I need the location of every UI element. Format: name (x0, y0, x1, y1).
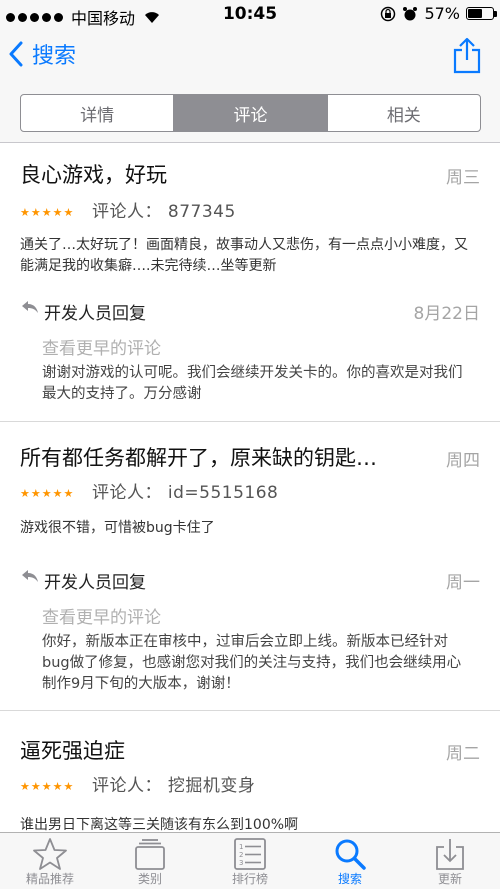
review-title: 逼死强迫症 (20, 739, 125, 763)
review-item: 良心游戏，好玩 周三 ★ ★ ★ ★ ★ 评论人： 877345 通关了…太好玩了！画面… (0, 143, 500, 422)
review-body: 通关了…太好玩了！画面精良，故事动人又悲伤，有一点点小小难度，又能满足我的收集癖… (20, 237, 468, 274)
alarm-icon (403, 6, 418, 20)
back-button[interactable]: 搜索 (8, 38, 76, 70)
star-icon: ★ (30, 487, 41, 500)
review-title: 良心游戏，好玩 (20, 163, 167, 187)
categories-icon (135, 839, 165, 870)
review-title: 所有都任务都解开了，原来缺的钥匙… (20, 446, 377, 470)
chevron-left-icon (9, 41, 23, 67)
tab-label: 排行榜 (231, 872, 268, 886)
tab-label: 精品推荐 (25, 872, 74, 886)
review-item: 所有都任务都解开了，原来缺的钥匙… 周四 ★ ★ ★ ★ ★ 评论人： id=55151… (0, 422, 500, 711)
tab-bar: 精品推荐 类别 1 2 3 排行榜 搜索 更新 (0, 832, 500, 889)
star-icon: ★ (41, 487, 52, 500)
svg-text:2: 2 (239, 851, 243, 859)
review-date: 周四 (446, 451, 480, 471)
segment-details[interactable]: 详情 (21, 95, 175, 131)
developer-reply-label: 开发人员回复 (44, 304, 146, 324)
svg-text:3: 3 (239, 859, 243, 867)
developer-reply-label: 开发人员回复 (44, 573, 146, 593)
tab-featured[interactable]: 精品推荐 (0, 833, 100, 889)
star-icon: ★ (63, 780, 74, 793)
rotation-lock-icon (381, 6, 396, 21)
star-icon: ★ (20, 206, 30, 219)
navigation-bar: 搜索 (0, 28, 500, 86)
svg-text:1: 1 (239, 843, 243, 851)
review-body: 游戏很不错，可惜被bug卡住了 (20, 520, 215, 536)
reviewer-name[interactable]: 评论人： 挖掘机变身 (92, 771, 255, 796)
developer-reply-date: 周一 (446, 573, 480, 593)
star-icon: ★ (30, 206, 41, 219)
reply-icon (22, 570, 38, 582)
star-icon: ★ (20, 487, 30, 500)
star-icon: ★ (52, 780, 63, 793)
reviewer-name[interactable]: 评论人： id=5515168 (92, 478, 278, 503)
segment-reviews[interactable]: 评论 (174, 95, 328, 131)
segment-bar: 详情 评论 相关 (0, 86, 500, 143)
star-icon: ★ (20, 780, 30, 793)
battery-icon (466, 7, 497, 20)
reviews-list: 良心游戏，好玩 周三 ★ ★ ★ ★ ★ 评论人： 877345 通关了…太好玩了！画面… (0, 143, 500, 832)
tab-categories[interactable]: 类别 (100, 833, 200, 889)
reviewer-name[interactable]: 评论人： 877345 (92, 197, 236, 222)
star-icon: ★ (41, 206, 52, 219)
view-earlier-reviews-link[interactable]: 查看更早的评论 (42, 334, 161, 359)
segmented-control: 详情 评论 相关 (20, 94, 481, 132)
tab-updates[interactable]: 更新 (400, 833, 500, 889)
search-icon (335, 839, 366, 870)
share-icon[interactable] (452, 36, 482, 74)
review-date: 周三 (446, 168, 480, 188)
battery-percent: 57% (424, 4, 460, 23)
tab-label: 搜索 (337, 872, 362, 886)
star-icon: ★ (30, 780, 41, 793)
updates-icon (436, 839, 464, 870)
star-icon: ★ (63, 487, 74, 500)
star-icon: ★ (52, 206, 63, 219)
reply-icon (22, 301, 38, 313)
status-bar: 中国移动 10:45 57% (0, 0, 500, 28)
review-body: 谁出男日下离这等三关随该有东么到100%啊 (20, 817, 299, 832)
star-rating: ★ ★ ★ ★ ★ (20, 488, 73, 499)
charts-icon: 1 2 3 (234, 838, 266, 870)
tab-label: 类别 (137, 872, 162, 886)
star-icon: ★ (63, 206, 74, 219)
view-earlier-reviews-link[interactable]: 查看更早的评论 (42, 603, 161, 628)
back-label: 搜索 (32, 44, 77, 69)
review-date: 周二 (446, 744, 480, 764)
tab-search[interactable]: 搜索 (300, 833, 400, 889)
developer-reply-body: 你好，新版本正在审核中，过审后会立即上线。新版本已经针对bug做了修复，也感谢您… (42, 634, 462, 692)
tab-charts[interactable]: 1 2 3 排行榜 (200, 833, 300, 889)
status-right: 57% (380, 4, 497, 23)
review-item: 逼死强迫症 周二 ★ ★ ★ ★ ★ 评论人： 挖掘机变身 谁出男日下离这等三关随该有东… (0, 711, 500, 832)
star-rating: ★ ★ ★ ★ ★ (20, 781, 73, 792)
star-icon (33, 838, 67, 870)
developer-reply-date: 8月22日 (413, 304, 480, 324)
star-icon: ★ (41, 780, 52, 793)
segment-related[interactable]: 相关 (328, 95, 480, 131)
tab-label: 更新 (437, 872, 462, 886)
developer-reply-body: 谢谢对游戏的认可呢。我们会继续开发关卡的。你的喜欢是对我们最大的支持了。万分感谢 (42, 365, 463, 402)
star-icon: ★ (52, 487, 63, 500)
star-rating: ★ ★ ★ ★ ★ (20, 207, 73, 218)
